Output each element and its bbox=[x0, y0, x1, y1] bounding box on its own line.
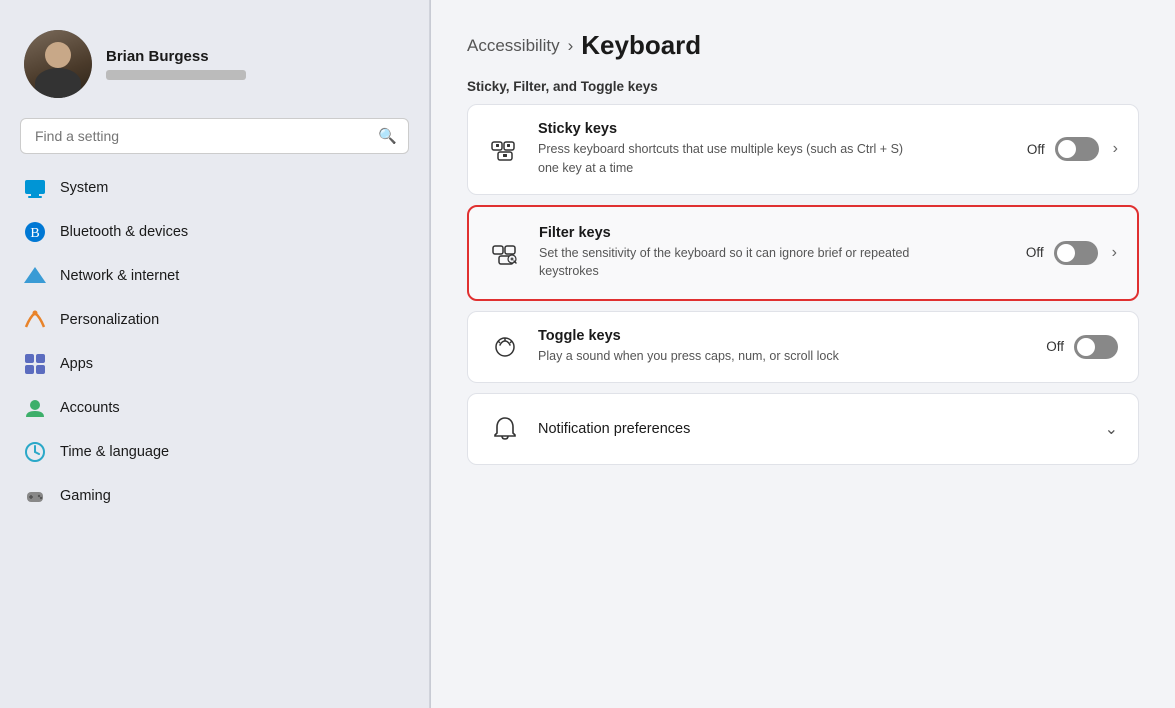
sticky-keys-state: Off bbox=[1027, 142, 1045, 157]
sidebar: Brian Burgess 🔍 System B bbox=[0, 0, 430, 708]
network-icon bbox=[24, 265, 46, 287]
filter-keys-control: Off › bbox=[1026, 241, 1117, 265]
toggle-keys-title: Toggle keys bbox=[538, 328, 1030, 344]
avatar bbox=[24, 30, 92, 98]
filter-keys-text: Filter keys Set the sensitivity of the k… bbox=[539, 225, 1010, 282]
gaming-icon bbox=[24, 485, 46, 507]
personalization-icon bbox=[24, 309, 46, 331]
filter-keys-toggle[interactable] bbox=[1054, 241, 1098, 265]
sidebar-item-accounts-label: Accounts bbox=[60, 400, 120, 416]
toggle-keys-state: Off bbox=[1046, 339, 1064, 354]
sidebar-item-apps[interactable]: Apps bbox=[8, 342, 421, 386]
system-icon bbox=[24, 177, 46, 199]
notification-card: Notification preferences ⌄ bbox=[467, 393, 1139, 465]
search-icon: 🔍 bbox=[378, 127, 397, 145]
notification-row[interactable]: Notification preferences ⌄ bbox=[468, 394, 1138, 464]
toggle-keys-control: Off bbox=[1046, 335, 1118, 359]
nav-list: System B Bluetooth & devices Network & i… bbox=[0, 166, 429, 688]
sticky-keys-title: Sticky keys bbox=[538, 121, 1011, 137]
sidebar-item-time-label: Time & language bbox=[60, 444, 169, 460]
sidebar-item-system[interactable]: System bbox=[8, 166, 421, 210]
sticky-keys-text: Sticky keys Press keyboard shortcuts tha… bbox=[538, 121, 1011, 178]
filter-keys-row[interactable]: Filter keys Set the sensitivity of the k… bbox=[469, 207, 1137, 300]
filter-keys-chevron: › bbox=[1112, 244, 1117, 262]
toggle-keys-row[interactable]: Toggle keys Play a sound when you press … bbox=[468, 312, 1138, 382]
sidebar-item-network-label: Network & internet bbox=[60, 268, 179, 284]
accounts-icon bbox=[24, 397, 46, 419]
search-input[interactable] bbox=[20, 118, 409, 154]
toggle-keys-icon bbox=[488, 330, 522, 364]
user-subtitle-bar bbox=[106, 70, 246, 80]
sticky-keys-row[interactable]: Sticky keys Press keyboard shortcuts tha… bbox=[468, 105, 1138, 194]
sticky-keys-toggle[interactable] bbox=[1055, 137, 1099, 161]
sticky-keys-card: Sticky keys Press keyboard shortcuts tha… bbox=[467, 104, 1139, 195]
sidebar-item-bluetooth-label: Bluetooth & devices bbox=[60, 224, 188, 240]
sidebar-item-apps-label: Apps bbox=[60, 356, 93, 372]
sticky-keys-desc: Press keyboard shortcuts that use multip… bbox=[538, 140, 918, 178]
sticky-keys-chevron: › bbox=[1113, 140, 1118, 158]
search-box: 🔍 bbox=[20, 118, 409, 154]
filter-keys-card: Filter keys Set the sensitivity of the k… bbox=[467, 205, 1139, 302]
user-info: Brian Burgess bbox=[106, 48, 246, 80]
notification-title: Notification preferences bbox=[538, 421, 1089, 437]
filter-keys-desc: Set the sensitivity of the keyboard so i… bbox=[539, 244, 919, 282]
user-profile: Brian Burgess bbox=[0, 20, 429, 118]
sidebar-item-gaming-label: Gaming bbox=[60, 488, 111, 504]
sidebar-item-accounts[interactable]: Accounts bbox=[8, 386, 421, 430]
sidebar-item-personalization-label: Personalization bbox=[60, 312, 159, 328]
sidebar-item-personalization[interactable]: Personalization bbox=[8, 298, 421, 342]
sidebar-item-time[interactable]: Time & language bbox=[8, 430, 421, 474]
apps-icon bbox=[24, 353, 46, 375]
breadcrumb: Accessibility › Keyboard bbox=[467, 30, 1139, 61]
toggle-keys-toggle[interactable] bbox=[1074, 335, 1118, 359]
bluetooth-icon: B bbox=[24, 221, 46, 243]
filter-keys-title: Filter keys bbox=[539, 225, 1010, 241]
section-title: Sticky, Filter, and Toggle keys bbox=[467, 79, 1139, 94]
sidebar-item-system-label: System bbox=[60, 180, 108, 196]
time-icon bbox=[24, 441, 46, 463]
svg-text:B: B bbox=[30, 226, 39, 241]
toggle-keys-text: Toggle keys Play a sound when you press … bbox=[538, 328, 1030, 366]
filter-keys-icon bbox=[489, 236, 523, 270]
toggle-keys-card: Toggle keys Play a sound when you press … bbox=[467, 311, 1139, 383]
sidebar-item-network[interactable]: Network & internet bbox=[8, 254, 421, 298]
notification-icon bbox=[488, 412, 522, 446]
sidebar-item-bluetooth[interactable]: B Bluetooth & devices bbox=[8, 210, 421, 254]
filter-keys-state: Off bbox=[1026, 245, 1044, 260]
breadcrumb-current: Keyboard bbox=[581, 30, 701, 61]
sidebar-item-gaming[interactable]: Gaming bbox=[8, 474, 421, 518]
sticky-keys-icon bbox=[488, 132, 522, 166]
breadcrumb-separator: › bbox=[568, 36, 574, 56]
main-content: Accessibility › Keyboard Sticky, Filter,… bbox=[431, 0, 1175, 708]
toggle-keys-desc: Play a sound when you press caps, num, o… bbox=[538, 347, 918, 366]
sticky-keys-control: Off › bbox=[1027, 137, 1118, 161]
notification-chevron: ⌄ bbox=[1105, 419, 1118, 439]
breadcrumb-parent: Accessibility bbox=[467, 36, 560, 56]
user-name: Brian Burgess bbox=[106, 48, 246, 65]
